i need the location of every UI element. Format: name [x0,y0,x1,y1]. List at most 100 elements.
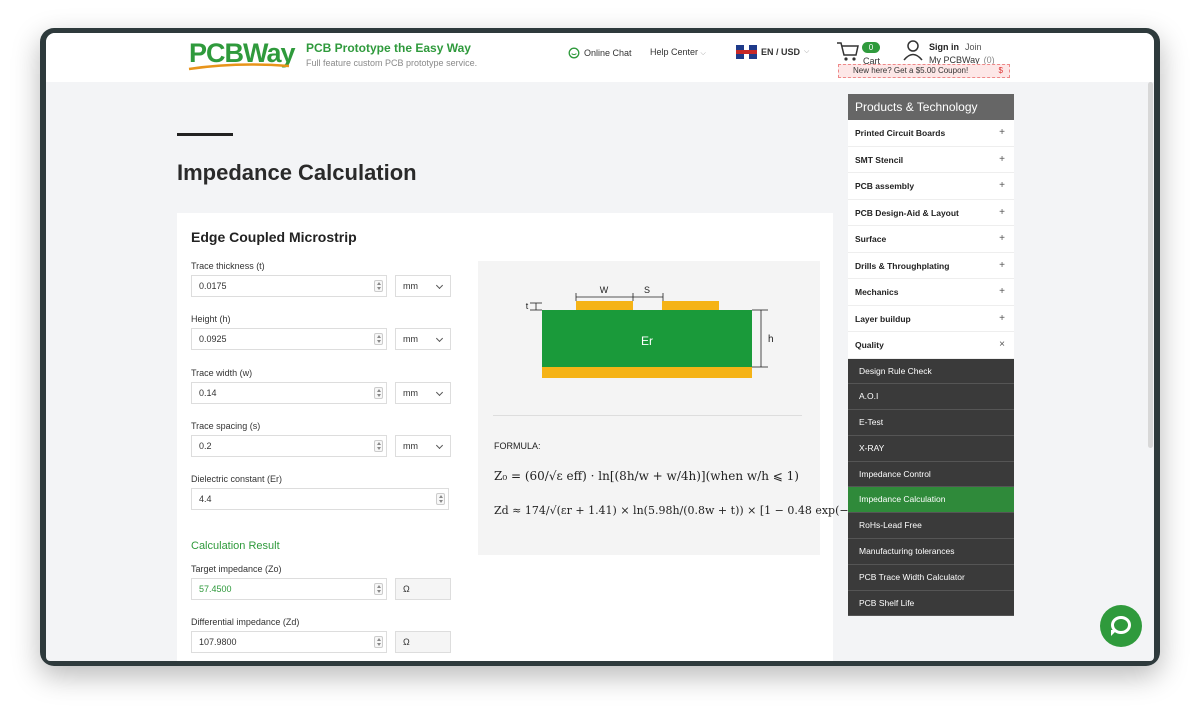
target-impedance-output[interactable]: 57.4500 [191,578,387,600]
chevron-down-icon: ⌵ [700,50,706,57]
top-trace-right [662,301,719,310]
top-trace-left [576,301,633,310]
sidebar-item-drills[interactable]: Drills & Throughplating + [848,253,1014,279]
submenu-x-ray[interactable]: X-RAY [848,436,1014,462]
sidebar-item-quality[interactable]: Quality × [848,332,1014,359]
field-trace-width: Trace width (w) 0.14 mm [191,368,451,404]
dielectric-constant-input[interactable]: 4.4 [191,488,449,510]
field-trace-thickness: Trace thickness (t) 0.0175 mm [191,261,451,297]
expand-plus-icon[interactable]: + [999,173,1005,199]
label-h: h [768,334,774,345]
sidebar-item-mechanics[interactable]: Mechanics + [848,279,1014,306]
trace-spacing-input[interactable]: 0.2 [191,435,387,457]
submenu-pcb-shelf-life[interactable]: PCB Shelf Life [848,591,1014,617]
submenu-impedance-control[interactable]: Impedance Control [848,462,1014,488]
live-chat-button[interactable] [1100,605,1142,647]
height-unit-select[interactable]: mm [395,328,451,350]
page-scrollbar[interactable] [1148,82,1153,448]
submenu-e-test[interactable]: E-Test [848,410,1014,436]
uk-flag-icon [736,45,757,59]
sidebar-category-list: Printed Circuit Boards + SMT Stencil + PCB… [848,120,1014,359]
diagram-formula-panel: W S t h Er FORMULA: Z₀ = (60/√ε eff) · l… [478,261,902,555]
cart-icon [837,42,859,61]
field-trace-spacing: Trace spacing (s) 0.2 mm [191,421,451,457]
stepper-icon[interactable] [374,280,383,292]
panel-divider [493,415,802,416]
coupon-text: New here? Get a $5.00 Coupon! [853,66,969,75]
collapse-x-icon[interactable]: × [999,332,1005,358]
products-sidebar: Products & Technology Printed Circuit Bo… [848,94,1014,617]
submenu-impedance-calculation[interactable]: Impedance Calculation [848,487,1014,514]
label-w: W [600,285,609,295]
trace-spacing-unit-select[interactable]: mm [395,435,451,457]
ohm-unit-label: Ω [395,631,451,653]
trace-thickness-unit-select[interactable]: mm [395,275,451,297]
height-input[interactable]: 0.0925 [191,328,387,350]
page-title: Impedance Calculation [177,160,417,185]
sidebar-item-pcb-assembly[interactable]: PCB assembly + [848,173,1014,200]
field-height: Height (h) 0.0925 mm [191,314,451,350]
chat-bubble-tail [1111,630,1117,636]
ohm-unit-label: Ω [395,578,451,600]
calculation-result-heading: Calculation Result [191,540,280,552]
cart-button[interactable]: 0 Cart [836,40,880,67]
stepper-icon[interactable] [374,583,383,595]
language-currency-menu[interactable]: EN / USD ⌵ [736,45,809,59]
expand-plus-icon[interactable]: + [999,120,1005,146]
submenu-rohs-lead-free[interactable]: RoHs-Lead Free [848,513,1014,540]
coupon-banner[interactable]: New here? Get a $5.00 Coupon! $ [838,64,1010,78]
chevron-down-icon [435,388,444,397]
stepper-icon[interactable] [374,636,383,648]
field-dielectric-constant: Dielectric constant (Er) 4.4 [191,474,451,510]
chat-icon [568,47,580,59]
stepper-icon[interactable] [374,387,383,399]
sidebar-item-printed-circuit-boards[interactable]: Printed Circuit Boards + [848,120,1014,147]
language-label: EN / USD [761,47,801,57]
submenu-design-rule-check[interactable]: Design Rule Check [848,359,1014,385]
online-chat-label: Online Chat [584,48,632,58]
sidebar-item-surface[interactable]: Surface + [848,226,1014,253]
trace-thickness-input[interactable]: 0.0175 [191,275,387,297]
submenu-trace-width-calculator[interactable]: PCB Trace Width Calculator [848,565,1014,591]
expand-plus-icon[interactable]: + [999,253,1005,279]
expand-plus-icon[interactable]: + [999,306,1005,332]
field-label: Trace spacing (s) [191,421,261,431]
sidebar-item-smt-stencil[interactable]: SMT Stencil + [848,147,1014,173]
trace-width-input[interactable]: 0.14 [191,382,387,404]
calculator-title: Edge Coupled Microstrip [191,229,357,245]
submenu-manufacturing-tolerances[interactable]: Manufacturing tolerances [848,539,1014,565]
trace-width-unit-select[interactable]: mm [395,382,451,404]
ground-plane [542,367,752,378]
chevron-down-icon [435,441,444,450]
logo-swoosh-icon [188,63,290,71]
label-t: t [526,301,529,311]
expand-plus-icon[interactable]: + [999,279,1005,305]
title-accent-bar [177,133,233,136]
differential-impedance-output[interactable]: 107.9800 [191,631,387,653]
online-chat-link[interactable]: Online Chat [568,47,632,59]
label-er: Er [641,334,653,348]
stepper-icon[interactable] [436,493,445,505]
chevron-down-icon [435,281,444,290]
chevron-down-icon: ⌵ [804,48,810,55]
expand-plus-icon[interactable]: + [999,147,1005,173]
sidebar-item-pcb-design-aid[interactable]: PCB Design-Aid & Layout + [848,200,1014,226]
sidebar-item-layer-buildup[interactable]: Layer buildup + [848,306,1014,332]
submenu-aoi[interactable]: A.O.I [848,384,1014,411]
expand-plus-icon[interactable]: + [999,200,1005,226]
tagline: PCB Prototype the Easy Way Full feature … [306,41,477,68]
label-s: S [644,285,650,295]
tagline-sub: Full feature custom PCB prototype servic… [306,58,478,68]
sign-in-link[interactable]: Sign in [929,42,959,52]
help-center-label: Help Center [650,47,699,57]
join-link[interactable]: Join [965,42,982,52]
formula-heading: FORMULA: [494,441,541,451]
stepper-icon[interactable] [374,440,383,452]
account-area: Sign in Join My PCBWay (0) [902,39,995,66]
quality-submenu: Design Rule Check A.O.I E-Test X-RAY Imp… [848,358,1014,617]
result-target-impedance: Target impedance (Zo) 57.4500 Ω [191,564,451,600]
expand-plus-icon[interactable]: + [999,226,1005,252]
stepper-icon[interactable] [374,333,383,345]
formula-zd: Zd ≈ 174/√(εr + 1.41) × ln(5.98h/(0.8w +… [494,504,902,517]
help-center-menu[interactable]: Help Center ⌵ [650,47,706,58]
